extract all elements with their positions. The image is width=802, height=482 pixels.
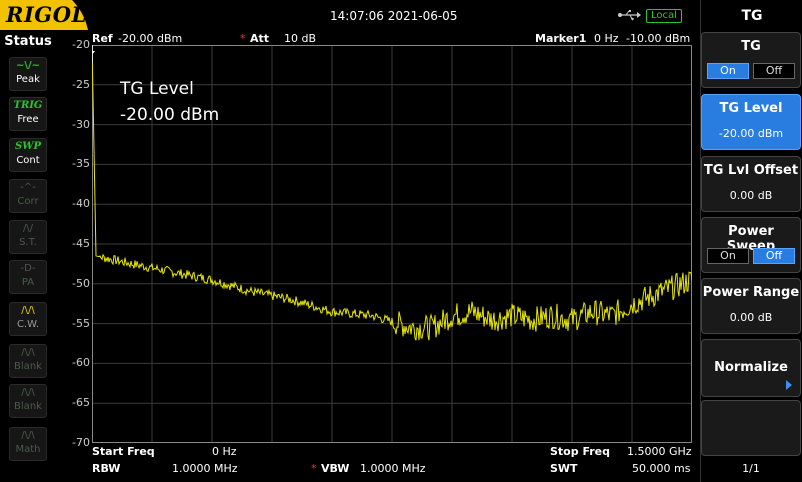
ref-label: Ref <box>92 32 113 45</box>
datetime: 14:07:06 2021-06-05 <box>330 9 458 23</box>
tg-off-toggle[interactable]: Off <box>753 63 795 79</box>
status-item-icon: SWP <box>15 141 41 152</box>
status-item-label: Free <box>17 114 39 125</box>
y-tick-label: -70 <box>72 436 90 449</box>
status-item-blank: /\/\ Blank <box>9 384 47 418</box>
status-item-label: Math <box>15 444 41 455</box>
status-item-corr: -^- Corr <box>9 179 47 213</box>
softkey-normalize-label: Normalize <box>714 360 788 375</box>
marker-level: -10.00 dBm <box>626 32 691 45</box>
att-label: Att <box>250 32 270 45</box>
local-badge[interactable]: Local <box>646 9 682 23</box>
marker-label: Marker1 <box>535 32 587 45</box>
softkey-tg-level[interactable]: TG Level -20.00 dBm <box>701 94 801 150</box>
status-panel: Status ~\/~ Peak TRIG Free SWP Cont -^- Corr /\/… <box>0 32 56 482</box>
softkey-tg-level-label: TG Level <box>719 101 783 116</box>
rbw-label: RBW <box>92 462 121 475</box>
y-tick-label: -25 <box>72 77 90 91</box>
rbw-value: 1.0000 MHz <box>172 462 238 475</box>
submenu-arrow-icon <box>786 380 792 390</box>
status-item-icon: TRIG <box>13 100 43 111</box>
status-item-label: Cont <box>16 155 40 166</box>
status-item-c-w: /\/\ C.W. <box>9 302 47 336</box>
status-item-label: PA <box>21 277 35 288</box>
tg-overlay-value: -20.00 dBm <box>120 105 220 125</box>
softkey-tg-level-value: -20.00 dBm <box>718 127 784 140</box>
status-item-icon: -D- <box>20 263 36 274</box>
softkey-power-range[interactable]: Power Range 0.00 dB <box>701 278 801 334</box>
status-item-icon: ~\/~ <box>15 60 41 71</box>
status-item-label: Corr <box>17 196 39 207</box>
y-tick-label: -20 <box>72 38 90 51</box>
status-item-icon: /\/\ <box>21 305 35 316</box>
y-tick-label: -60 <box>72 356 90 370</box>
swt-label: SWT <box>550 462 578 475</box>
start-freq-label: Start Freq <box>92 445 155 458</box>
y-tick-label: -45 <box>72 237 90 250</box>
softkey-tg-lvl-offset-value: 0.00 dB <box>729 189 773 202</box>
softkey-tg[interactable]: TG On Off <box>701 32 801 88</box>
status-item-icon: /\/ <box>22 223 34 234</box>
status-title: Status <box>4 34 52 49</box>
softkey-normalize[interactable]: Normalize <box>701 339 801 397</box>
vbw-value: 1.0000 MHz <box>360 462 426 475</box>
menu-title: TG <box>741 8 763 24</box>
marker-freq: 0 Hz <box>594 32 619 45</box>
menu-page-number: 1/1 <box>742 462 760 475</box>
softkey-power-sweep[interactable]: Power Sweep On Off <box>701 217 801 273</box>
y-tick-label: -30 <box>72 117 90 131</box>
softkey-tg-label: TG <box>741 39 761 54</box>
power-sweep-on-toggle[interactable]: On <box>707 248 749 264</box>
tg-overlay-title: TG Level <box>120 79 194 99</box>
status-item-label: Blank <box>14 361 42 372</box>
stop-freq-value: 1.5000 GHz <box>627 445 692 458</box>
y-tick-label: -40 <box>72 197 90 211</box>
status-item-icon: /\/\ <box>21 430 35 441</box>
status-item-label: S.T. <box>19 237 37 248</box>
vbw-label: VBW <box>321 462 350 475</box>
status-item-icon: /\/\ <box>21 347 35 358</box>
y-tick-label: -55 <box>72 316 90 330</box>
att-marker: * <box>240 32 246 45</box>
vbw-marker: * <box>311 462 317 475</box>
status-item-pa: -D- PA <box>9 260 47 294</box>
softkey-menu: TG TG On Off TG Level -20.00 dBm TG Lvl … <box>700 0 802 482</box>
stop-freq-label: Stop Freq <box>550 445 611 458</box>
y-tick-label: -35 <box>72 157 90 171</box>
att-value: 10 dB <box>284 32 317 45</box>
measurement-footer: Start Freq 0 Hz Stop Freq 1.5000 GHz RBW… <box>92 444 692 482</box>
tg-level-overlay: TG Level -20.00 dBm <box>120 76 219 128</box>
status-item-s-t: /\/ S.T. <box>9 220 47 254</box>
softkey-empty[interactable] <box>701 400 801 456</box>
softkey-power-range-value: 0.00 dB <box>729 311 773 324</box>
measurement-header: Ref -20.00 dBm * Att 10 dB Marker1 0 Hz … <box>92 32 692 46</box>
softkey-power-range-label: Power Range <box>702 285 800 300</box>
status-item-math: /\/\ Math <box>9 427 47 461</box>
status-item-label: C.W. <box>16 319 40 330</box>
y-tick-label: -50 <box>72 276 90 290</box>
start-freq-value: 0 Hz <box>212 445 237 458</box>
status-item-free: TRIG Free <box>9 97 47 131</box>
rigol-logo: RIGOL <box>0 0 98 30</box>
status-item-peak: ~\/~ Peak <box>9 57 47 91</box>
status-item-blank: /\/\ Blank <box>9 344 47 378</box>
status-item-icon: /\/\ <box>21 387 35 398</box>
softkey-tg-lvl-offset-label: TG Lvl Offset <box>703 163 799 178</box>
status-item-icon: -^- <box>20 182 36 193</box>
logo-swoosh-icon <box>72 0 98 30</box>
top-bar: RIGOL 14:07:06 2021-06-05 Local <box>0 0 700 32</box>
softkey-tg-lvl-offset[interactable]: TG Lvl Offset 0.00 dB <box>701 156 801 212</box>
ref-value: -20.00 dBm <box>118 32 183 45</box>
usb-icon <box>618 10 641 21</box>
tg-on-toggle[interactable]: On <box>707 63 749 79</box>
y-tick-label: -65 <box>72 396 90 410</box>
swt-value: 50.000 ms <box>632 462 691 475</box>
power-sweep-off-toggle[interactable]: Off <box>753 248 795 264</box>
status-item-label: Peak <box>16 74 40 85</box>
status-item-label: Blank <box>14 401 42 412</box>
status-item-cont: SWP Cont <box>9 138 47 172</box>
